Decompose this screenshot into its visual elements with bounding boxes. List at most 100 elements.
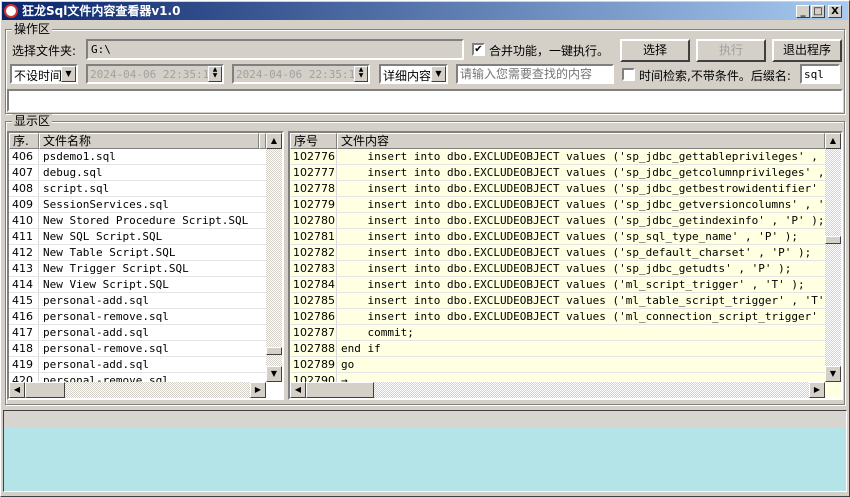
list-row[interactable]: 102786 insert into dbo.EXCLUDEOBJECT val… — [290, 309, 825, 325]
row-text: insert into dbo.EXCLUDEOBJECT values ('s… — [341, 198, 825, 211]
row-index: 407 — [9, 165, 39, 180]
scroll-right-icon[interactable]: ▶ — [250, 382, 266, 398]
scroll-thumb[interactable] — [306, 382, 374, 398]
list-row[interactable]: 408 script.sql — [9, 181, 266, 197]
list-row[interactable]: 415 personal-add.sql — [9, 293, 266, 309]
list-row[interactable]: 102779 insert into dbo.EXCLUDEOBJECT val… — [290, 197, 825, 213]
search-input[interactable] — [456, 64, 614, 84]
list-row[interactable]: 413 New Trigger Script.SQL — [9, 261, 266, 277]
chevron-down-icon[interactable]: ▼ — [61, 66, 76, 82]
list-row[interactable]: 102789 go — [290, 357, 825, 373]
row-index: 408 — [9, 181, 39, 196]
row-text: New Trigger Script.SQL — [43, 262, 189, 275]
list-row[interactable]: 102784 insert into dbo.EXCLUDEOBJECT val… — [290, 277, 825, 293]
row-index: 416 — [9, 309, 39, 324]
row-index: 102783 — [290, 261, 337, 276]
list-row[interactable]: 102782 insert into dbo.EXCLUDEOBJECT val… — [290, 245, 825, 261]
scroll-up-icon[interactable]: ▲ — [825, 133, 841, 149]
list-row[interactable]: 418 personal-remove.sql — [9, 341, 266, 357]
detail-mode-select[interactable]: 详细内容 ▼ — [379, 64, 448, 84]
list-row[interactable]: 411 New SQL Script.SQL — [9, 229, 266, 245]
list-row[interactable]: 412 New Table Script.SQL — [9, 245, 266, 261]
row-text: personal-add.sql — [43, 358, 149, 371]
row-text: insert into dbo.EXCLUDEOBJECT values ('m… — [341, 294, 825, 307]
row-index: 102777 — [290, 165, 337, 180]
row-index: 412 — [9, 245, 39, 260]
list-row[interactable]: 102785 insert into dbo.EXCLUDEOBJECT val… — [290, 293, 825, 309]
column-header-filename[interactable]: 文件名称 — [39, 133, 259, 149]
row-index: 102782 — [290, 245, 337, 260]
scroll-thumb[interactable] — [266, 347, 282, 355]
list-row[interactable]: 102788 end if — [290, 341, 825, 357]
row-index: 102789 — [290, 357, 337, 372]
column-header-content[interactable]: 文件内容 — [337, 133, 825, 149]
list-row[interactable]: 417 personal-add.sql — [9, 325, 266, 341]
vertical-scrollbar[interactable]: ▲ ▼ — [266, 133, 282, 382]
select-button[interactable]: 选择 — [620, 39, 690, 62]
list-row[interactable]: 102777 insert into dbo.EXCLUDEOBJECT val… — [290, 165, 825, 181]
row-text: New Table Script.SQL — [43, 246, 176, 259]
horizontal-scrollbar[interactable]: ◀ ▶ — [9, 382, 266, 398]
maximize-button[interactable]: □ — [811, 5, 825, 18]
content-list[interactable]: 序号 文件内容 102776 insert into dbo.EXCLUDEOB… — [288, 131, 843, 400]
row-text: SessionServices.sql — [43, 198, 169, 211]
list-row[interactable]: 102781 insert into dbo.EXCLUDEOBJECT val… — [290, 229, 825, 245]
scroll-left-icon[interactable]: ◀ — [9, 382, 25, 398]
list-row[interactable]: 102778 insert into dbo.EXCLUDEOBJECT val… — [290, 181, 825, 197]
time-mode-select[interactable]: 不设时间 ▼ — [10, 64, 78, 84]
row-index: 413 — [9, 261, 39, 276]
scroll-up-icon[interactable]: ▲ — [266, 133, 282, 149]
list-row[interactable]: 410 New Stored Procedure Script.SQL — [9, 213, 266, 229]
column-header-line[interactable]: 序号 — [290, 133, 337, 149]
list-row[interactable]: 102787 commit; — [290, 325, 825, 341]
scroll-thumb[interactable] — [825, 236, 841, 244]
exit-button[interactable]: 退出程序 — [772, 39, 842, 62]
display-group-label: 显示区 — [12, 114, 53, 128]
scroll-down-icon[interactable]: ▼ — [266, 366, 282, 382]
list-row[interactable]: 409 SessionServices.sql — [9, 197, 266, 213]
row-text: insert into dbo.EXCLUDEOBJECT values ('m… — [341, 278, 805, 291]
execute-button[interactable]: 执行 — [696, 39, 766, 62]
list-row[interactable]: 406 psdemo1.sql — [9, 149, 266, 165]
list-row[interactable]: 407 debug.sql — [9, 165, 266, 181]
time-search-label: 时间检索,不带条件。后缀名: — [639, 69, 791, 83]
spinner-icon[interactable]: ▲ ▼ — [208, 66, 222, 82]
row-text: commit; — [341, 326, 414, 339]
row-index: 414 — [9, 277, 39, 292]
suffix-input[interactable]: sql — [800, 64, 840, 84]
row-text: end if — [341, 342, 381, 355]
folder-field[interactable]: G:\ — [86, 39, 464, 60]
row-text: psdemo1.sql — [43, 150, 116, 163]
column-header-index[interactable]: 序. — [9, 133, 39, 149]
horizontal-scrollbar[interactable]: ◀ ▶ — [290, 382, 825, 398]
row-text: debug.sql — [43, 166, 103, 179]
column-header-extra[interactable] — [259, 133, 266, 149]
time-search-checkbox[interactable] — [622, 68, 635, 81]
row-text: personal-add.sql — [43, 326, 149, 339]
row-text: personal-remove.sql — [43, 342, 169, 355]
row-text: go — [341, 358, 355, 371]
scroll-right-icon[interactable]: ▶ — [809, 382, 825, 398]
list-row[interactable]: 102776 insert into dbo.EXCLUDEOBJECT val… — [290, 149, 825, 165]
list-row[interactable]: 419 personal-add.sql — [9, 357, 266, 373]
list-row[interactable]: 414 New View Script.SQL — [9, 277, 266, 293]
scroll-down-icon[interactable]: ▼ — [825, 366, 841, 382]
merge-checkbox[interactable]: ✔ — [472, 43, 485, 56]
spinner-icon[interactable]: ▲ ▼ — [354, 66, 368, 82]
close-button[interactable]: X — [828, 5, 842, 18]
scroll-thumb[interactable] — [25, 382, 65, 398]
row-index: 102778 — [290, 181, 337, 196]
file-list[interactable]: 序. 文件名称 406 psdemo1.sql 407 debug.sql 408 scr… — [7, 131, 284, 400]
row-text: New View Script.SQL — [43, 278, 169, 291]
list-row[interactable]: 102783 insert into dbo.EXCLUDEOBJECT val… — [290, 261, 825, 277]
list-row[interactable]: 416 personal-remove.sql — [9, 309, 266, 325]
list-row[interactable]: 102780 insert into dbo.EXCLUDEOBJECT val… — [290, 213, 825, 229]
start-time-picker[interactable]: 2024-04-06 22:35:12 — [86, 64, 224, 84]
chevron-down-icon[interactable]: ▼ — [431, 66, 446, 82]
log-panel[interactable] — [3, 410, 847, 492]
end-time-picker[interactable]: 2024-04-06 22:35:12 — [232, 64, 370, 84]
minimize-button[interactable]: _ — [796, 5, 810, 18]
message-box[interactable] — [7, 89, 843, 112]
scroll-left-icon[interactable]: ◀ — [290, 382, 306, 398]
vertical-scrollbar[interactable]: ▲ ▼ — [825, 133, 841, 382]
